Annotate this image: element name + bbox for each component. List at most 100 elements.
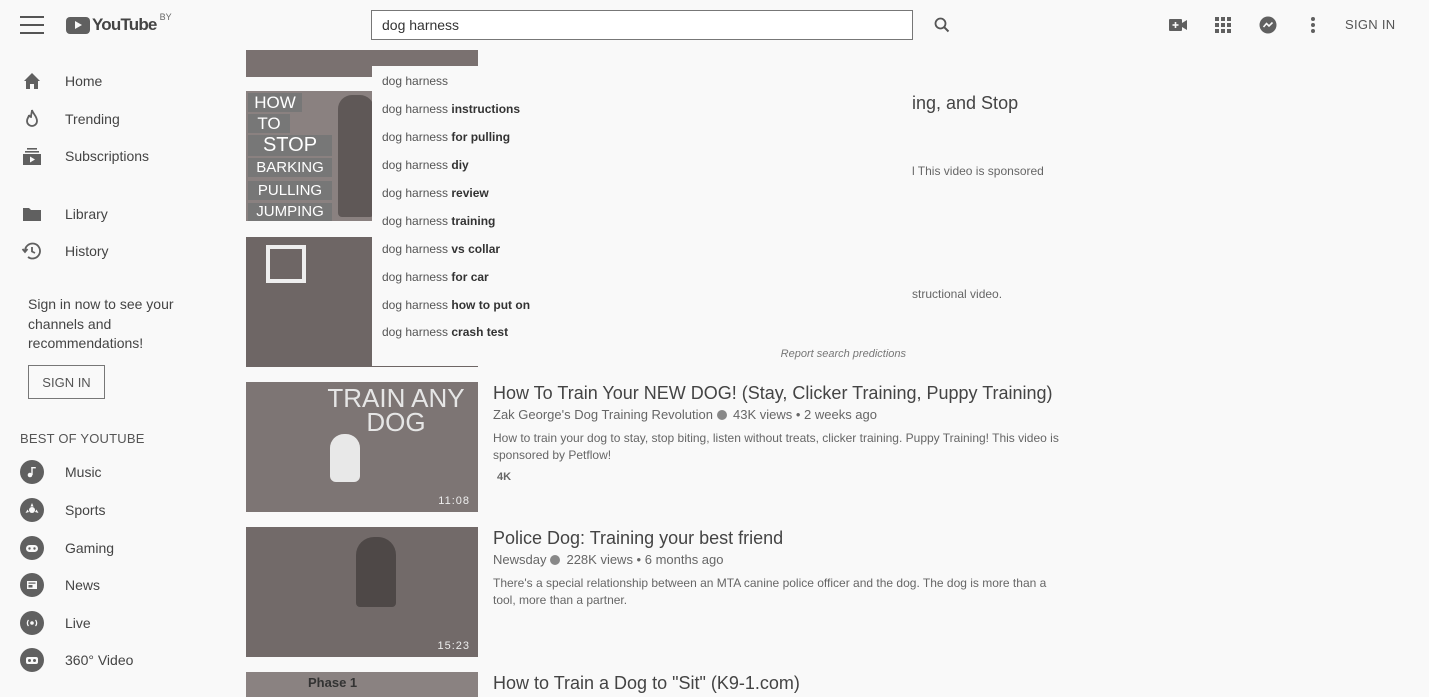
- sidebar-item-label: Home: [65, 73, 103, 89]
- vr-360-icon: [20, 648, 44, 672]
- thumbnail-text: TO: [248, 114, 290, 133]
- music-note-icon: [20, 460, 44, 484]
- gaming-controller-icon: [20, 536, 44, 560]
- suggestion-completion: review: [448, 186, 489, 200]
- sidebar-item-library[interactable]: Library: [0, 196, 230, 232]
- suggestion-completion: crash test: [448, 325, 509, 339]
- suggestion-item[interactable]: dog harness training: [382, 214, 495, 228]
- channel-name[interactable]: Zak George's Dog Training Revolution: [493, 407, 713, 422]
- video-title[interactable]: How To Train Your NEW DOG! (Stay, Clicke…: [493, 383, 1053, 404]
- sidebar-item-sports[interactable]: Sports: [0, 492, 230, 528]
- thumbnail-text: PULLING: [248, 181, 332, 200]
- sidebar-item-label: News: [65, 577, 101, 593]
- suggestion-item[interactable]: dog harness for pulling: [382, 130, 510, 144]
- search-suggestions-dropdown: dog harness dog harness instructions dog…: [372, 66, 912, 366]
- suggestion-completion: diy: [448, 158, 469, 172]
- thumbnail-dog-silhouette: [338, 95, 374, 217]
- suggestion-item[interactable]: dog harness instructions: [382, 102, 520, 116]
- thumbnail-text: Phase 1: [308, 675, 358, 690]
- suggestion-typed-text: dog harness: [382, 298, 449, 312]
- library-folder-icon: [23, 208, 41, 221]
- sidebar-item-label: Subscriptions: [65, 148, 150, 164]
- video-result[interactable]: TRAIN ANY DOG 11:08 How To Train Your NE…: [246, 382, 1076, 513]
- sidebar-item-live[interactable]: Live: [0, 605, 230, 641]
- suggestion-item[interactable]: dog harness: [382, 74, 448, 88]
- sidebar-item-trending[interactable]: Trending: [0, 101, 230, 137]
- sidebar-item-music[interactable]: Music: [0, 454, 230, 490]
- sidebar-item-news[interactable]: News: [0, 567, 230, 603]
- sidebar-item-subscriptions[interactable]: Subscriptions: [0, 138, 230, 174]
- video-duration: 11:08: [438, 495, 470, 507]
- suggestion-item[interactable]: dog harness diy: [382, 158, 469, 172]
- thumbnail-officer-silhouette: [356, 537, 396, 607]
- suggestion-completion: vs collar: [448, 242, 501, 256]
- sidebar-item-label: Music: [65, 464, 102, 480]
- search-icon[interactable]: [930, 13, 954, 37]
- suggestion-item[interactable]: dog harness how to put on: [382, 298, 530, 312]
- verified-check-icon: [550, 555, 561, 565]
- suggestion-typed-text: dog harness: [382, 242, 449, 256]
- suggestion-completion: how to put on: [448, 298, 531, 312]
- sidebar-item-360-video[interactable]: 360° Video: [0, 642, 230, 678]
- video-stats: 228K views • 6 months ago: [566, 552, 724, 567]
- apps-grid-icon[interactable]: [1211, 13, 1235, 37]
- suggestion-item[interactable]: dog harness crash test: [382, 325, 508, 339]
- thumbnail-text: BARKING: [248, 158, 332, 177]
- menu-icon[interactable]: [20, 16, 44, 34]
- sidebar-item-history[interactable]: History: [0, 233, 230, 269]
- logo-text: YouTube: [92, 15, 157, 34]
- subscriptions-icon: [23, 148, 41, 165]
- thumbnail-text: JUMPING: [248, 203, 332, 221]
- report-search-predictions-link[interactable]: Report search predictions: [781, 348, 906, 360]
- news-icon: [20, 573, 44, 597]
- history-clock-icon: [21, 242, 41, 260]
- sidebar-item-label: Gaming: [65, 540, 115, 556]
- video-meta: Zak George's Dog Training Revolution 43K …: [493, 407, 877, 422]
- sidebar-item-home[interactable]: Home: [0, 63, 230, 99]
- best-of-youtube-heading: BEST OF YOUTUBE: [20, 431, 145, 446]
- more-vertical-icon[interactable]: [1301, 13, 1325, 37]
- suggestion-completion: training: [448, 214, 496, 228]
- video-stats: 43K views • 2 weeks ago: [732, 407, 877, 422]
- suggestion-item[interactable]: dog harness for car: [382, 270, 489, 284]
- thumbnail-text: STOP: [248, 135, 332, 156]
- sign-in-prompt: Sign in now to see your channels and rec…: [28, 296, 174, 351]
- video-meta: Newsday 228K views • 6 months ago: [493, 552, 724, 567]
- suggestion-item[interactable]: dog harness vs collar: [382, 242, 500, 256]
- suggestion-typed-text: dog harness: [382, 186, 449, 200]
- thumbnail-frame-graphic: [266, 245, 306, 283]
- sidebar-item-label: Trending: [65, 111, 120, 127]
- sports-ball-icon: [20, 498, 44, 522]
- suggestion-typed-text: dog harness: [382, 102, 449, 116]
- suggestion-typed-text: dog harness: [382, 158, 449, 172]
- video-thumbnail[interactable]: 15:23: [246, 527, 478, 657]
- video-title[interactable]: How to Train a Dog to "Sit" (K9-1.com): [493, 673, 800, 694]
- sign-in-button[interactable]: SIGN IN: [1345, 17, 1396, 32]
- video-thumbnail[interactable]: TRAIN ANY DOG 11:08: [246, 382, 478, 512]
- channel-name[interactable]: Newsday: [493, 552, 546, 567]
- sidebar-sign-in-button[interactable]: SIGN IN: [28, 365, 105, 399]
- logo-region-code: BY: [159, 12, 172, 22]
- video-title-fragment[interactable]: ing, and Stop: [912, 93, 1018, 114]
- sidebar-item-label: Live: [65, 615, 91, 631]
- sidebar-item-label: 360° Video: [65, 652, 134, 668]
- suggestion-typed-text: dog harness: [382, 325, 449, 339]
- thumbnail-dog-silhouette: [330, 434, 360, 482]
- suggestion-typed-text: dog harness: [382, 214, 449, 228]
- suggestion-item[interactable]: dog harness review: [382, 186, 489, 200]
- create-video-icon[interactable]: [1166, 13, 1190, 37]
- video-title[interactable]: Police Dog: Training your best friend: [493, 528, 783, 549]
- 4k-badge: 4K: [497, 471, 512, 483]
- trending-flame-icon: [26, 109, 38, 127]
- youtube-logo[interactable]: YouTube BY: [66, 12, 172, 35]
- suggestion-completion: for pulling: [448, 130, 511, 144]
- suggestion-typed-text: dog harness: [382, 130, 449, 144]
- sidebar-item-gaming[interactable]: Gaming: [0, 530, 230, 566]
- search-input[interactable]: [371, 10, 913, 40]
- messages-icon[interactable]: [1256, 13, 1280, 37]
- video-result[interactable]: 15:23 Police Dog: Training your best fri…: [246, 527, 1076, 658]
- video-thumbnail[interactable]: Phase 1: [246, 672, 478, 697]
- video-description-fragment: l This video is sponsored: [912, 164, 1044, 178]
- video-result[interactable]: Phase 1 How to Train a Dog to "Sit" (K9-…: [246, 672, 1076, 697]
- suggestion-completion: for car: [448, 270, 489, 284]
